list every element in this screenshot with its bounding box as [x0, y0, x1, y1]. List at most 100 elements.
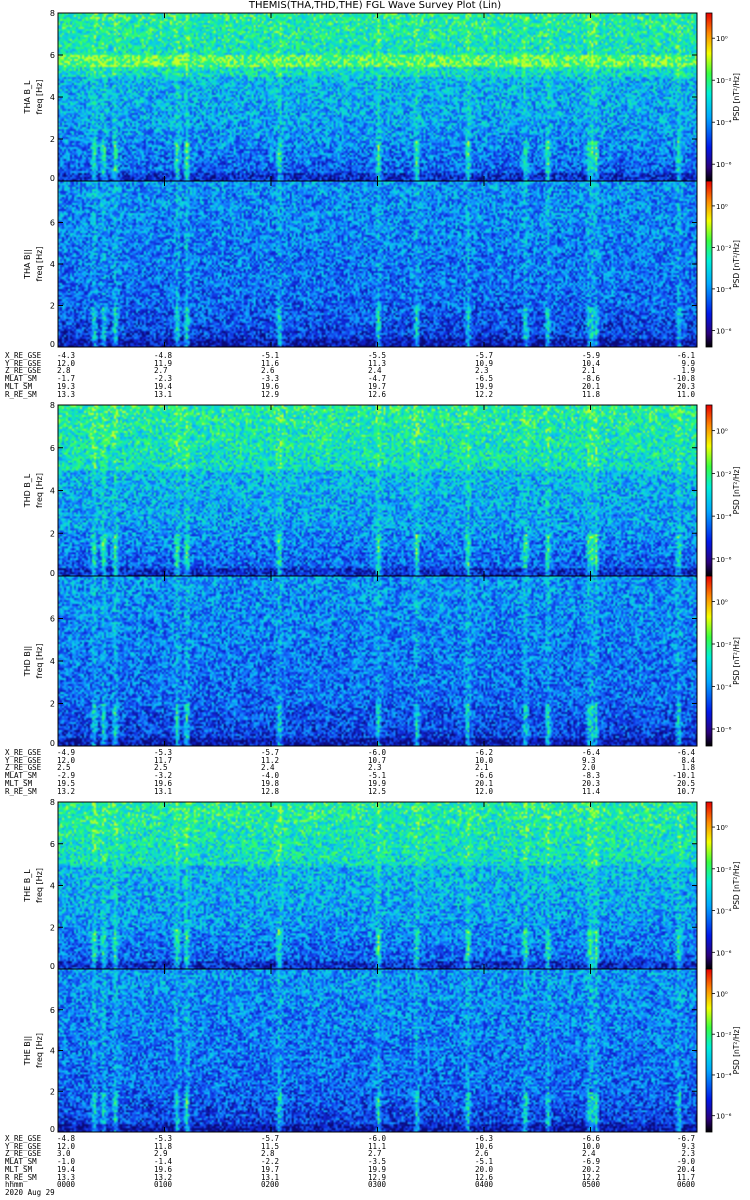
y-tick-label: 2 — [50, 529, 55, 538]
y-tick-label: 6 — [50, 615, 55, 624]
colorbar-tick-label: 10⁻² — [716, 866, 732, 874]
colorbar-tick-label: 10⁻⁴ — [716, 513, 732, 521]
colorbar-tick-label: 10⁻⁶ — [716, 1113, 732, 1121]
spectrogram-image-2 — [58, 405, 697, 576]
y-axis-label: freq [Hz] — [35, 868, 44, 903]
colorbar-tick-label: 10⁻⁴ — [716, 908, 732, 916]
ephemeris-row: R_RE_SM 13.2 13.1 12.8 12.5 12.0 11.4 10.7 — [0, 786, 750, 796]
ephemeris-value: 12.6 — [368, 389, 387, 399]
colorbar-label: PSD [nT²/Hz] — [732, 1027, 741, 1075]
y-tick-label: 8 — [50, 798, 55, 807]
colorbar-tick-label: 10⁻² — [716, 77, 732, 85]
y-tick-label: 2 — [50, 700, 55, 709]
spectrogram-image-0 — [58, 13, 697, 181]
ephemeris-row: R_RE_SM 13.3 13.1 12.9 12.6 12.2 11.8 11.0 — [0, 389, 750, 399]
colorbar-tick-label: 10⁻² — [716, 244, 732, 252]
ephemeris-value: 0400 — [475, 1180, 494, 1190]
colorbar-tick-label: 10⁻² — [716, 1031, 732, 1039]
colorbar-tick-label: 10⁻⁴ — [716, 1072, 732, 1080]
ephemeris-value: 12.5 — [368, 786, 387, 796]
y-tick-label: 6 — [50, 444, 55, 453]
panels-layer: 0 2 4 6 8 THA B_L freq [Hz] 10⁰ 10⁻² 10⁻⁴ 10⁻⁶ PSD … — [23, 9, 741, 1134]
spectrogram-panel-5: 0 2 4 6 THE B|| freq [Hz] 10⁰ 10⁻² 10⁻⁴ 10⁻⁶ PSD [… — [23, 968, 741, 1134]
date-label: 2020 Aug 29 — [5, 1188, 55, 1197]
y-tick-label: 4 — [50, 93, 55, 102]
ephemeris-value: 13.1 — [154, 389, 173, 399]
colorbar-label: PSD [nT²/Hz] — [732, 862, 741, 910]
y-tick-label: 4 — [50, 882, 55, 891]
y-tick-label: 8 — [50, 401, 55, 410]
spectrogram-image-1 — [58, 181, 697, 347]
y-axis-label: freq [Hz] — [35, 644, 44, 679]
ephemeris-value: 13.3 — [57, 389, 76, 399]
spectrogram-image-3 — [58, 576, 697, 746]
y-tick-label: 6 — [50, 51, 55, 60]
y-tick-label: 4 — [50, 1047, 55, 1056]
y-tick-label: 2 — [50, 135, 55, 144]
spectrogram-panel-1: 0 2 4 6 THA B|| freq [Hz] 10⁰ 10⁻² 10⁻⁴ 10⁻⁶ PSD [… — [23, 180, 741, 349]
y-axis-label: freq [Hz] — [35, 473, 44, 508]
y-axis-label: freq [Hz] — [35, 80, 44, 115]
colorbar-tick-label: 10⁻⁶ — [716, 949, 732, 957]
y-tick-label: 4 — [50, 260, 55, 269]
colorbar-tick-label: 10⁻² — [716, 641, 732, 649]
ephemeris-row-label: R_RE_SM — [5, 389, 37, 399]
y-tick-label: 0 — [50, 174, 55, 183]
spectrogram-panel-3: 0 2 4 6 THD B|| freq [Hz] 10⁰ 10⁻² 10⁻⁴ 10⁻⁶ PSD [… — [23, 575, 741, 748]
y-tick-label: 4 — [50, 657, 55, 666]
colorbar-tick-label: 10⁰ — [716, 35, 728, 43]
colorbar-label: PSD [nT²/Hz] — [732, 73, 741, 121]
y-axis-label: THA B|| — [23, 249, 32, 280]
ephemeris-value: 11.0 — [676, 389, 695, 399]
spectrogram-image-4 — [58, 802, 697, 969]
colorbar-tick-label: 10⁻⁶ — [716, 556, 732, 564]
y-axis-label: freq [Hz] — [35, 1033, 44, 1068]
colorbar-tick-label: 10⁻⁴ — [716, 684, 732, 692]
y-axis-label: THD B_L — [23, 473, 32, 508]
colorbar-tick-label: 10⁰ — [716, 599, 728, 607]
ephemeris-block-thd: X_RE_GSE -4.9 -5.3 -5.7 -6.0 -6.2 -6.4 -6.4 Y_RE… — [0, 749, 750, 797]
colorbar-tick-label: 10⁻² — [716, 470, 732, 478]
ephemeris-value: 13.1 — [154, 786, 173, 796]
colorbar-tick-label: 10⁻⁶ — [716, 327, 732, 335]
ephemeris-value: 10.7 — [676, 786, 695, 796]
y-tick-label: 0 — [50, 340, 55, 349]
ephemeris-value: 12.9 — [261, 389, 280, 399]
y-tick-label: 8 — [50, 9, 55, 18]
ephemeris-value: 13.2 — [57, 786, 76, 796]
colorbar — [705, 12, 713, 182]
colorbar-label: PSD [nT²/Hz] — [732, 637, 741, 685]
ephemeris-value: 0300 — [368, 1180, 387, 1190]
spectrogram-plots: 0 2 4 6 8 THA B_L freq [Hz] 10⁰ 10⁻² 10⁻⁴ 10⁻⁶ PSD … — [23, 9, 741, 1134]
ephemeris-row-label: R_RE_SM — [5, 786, 37, 796]
y-tick-label: 4 — [50, 487, 55, 496]
y-axis-label: freq [Hz] — [35, 247, 44, 282]
colorbar-tick-label: 10⁰ — [716, 824, 728, 832]
y-axis-label: THE B_L — [23, 869, 32, 903]
y-tick-label: 6 — [50, 840, 55, 849]
y-axis-label: THA B_L — [23, 80, 32, 114]
ephemeris-value: 0600 — [676, 1180, 695, 1190]
colorbar — [705, 404, 713, 577]
spectrogram-image-5 — [58, 969, 697, 1132]
ephemeris-value: 12.0 — [475, 786, 494, 796]
colorbar-tick-label: 10⁰ — [716, 428, 728, 436]
colorbar — [705, 968, 713, 1133]
ephemeris-value: 0200 — [261, 1180, 280, 1190]
colorbar — [705, 180, 713, 348]
ephemeris-value: 11.8 — [582, 389, 601, 399]
spectrogram-panel-4: 0 2 4 6 8 THE B_L freq [Hz] 10⁰ 10⁻² 10⁻⁴ 10⁻⁶ PSD … — [23, 798, 741, 971]
colorbar — [705, 801, 713, 970]
y-tick-label: 0 — [50, 739, 55, 748]
colorbar-tick-label: 10⁰ — [716, 203, 728, 211]
y-tick-label: 6 — [50, 219, 55, 228]
colorbar-label: PSD [nT²/Hz] — [732, 467, 741, 515]
y-axis-label: THD B|| — [23, 646, 32, 677]
y-tick-label: 2 — [50, 923, 55, 932]
y-axis-label: THE B|| — [23, 1036, 32, 1066]
y-tick-label: 0 — [50, 569, 55, 578]
ephemeris-block-the: X_RE_GSE -4.8 -5.3 -5.7 -6.0 -6.3 -6.6 -6.7 Y_RE… — [0, 1135, 750, 1189]
colorbar-tick-label: 10⁻⁶ — [716, 161, 732, 169]
spectrogram-panel-0: 0 2 4 6 8 THA B_L freq [Hz] 10⁰ 10⁻² 10⁻⁴ 10⁻⁶ PSD … — [23, 9, 741, 183]
y-tick-label: 2 — [50, 1087, 55, 1096]
